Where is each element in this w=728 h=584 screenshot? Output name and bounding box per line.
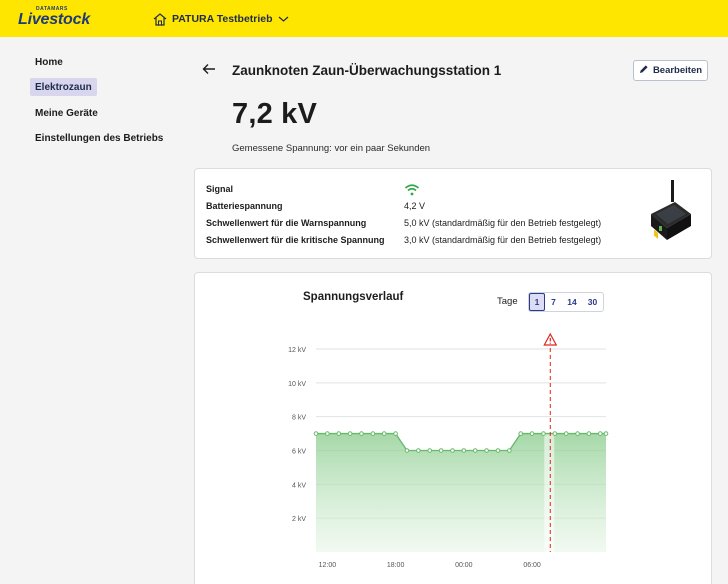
- signal-row: Signal: [206, 183, 420, 195]
- device-image: [645, 180, 693, 242]
- range-button-7[interactable]: 7: [545, 293, 562, 311]
- datamars-livestock-logo[interactable]: DATAMARS Livestock: [18, 6, 130, 32]
- voltage-chart-card: [194, 272, 712, 584]
- top-bar: DATAMARS Livestock PATURA Testbetrieb: [0, 0, 728, 37]
- wifi-signal-icon: [404, 183, 420, 195]
- sidebar-item-elektrozaun[interactable]: Elektrozaun: [30, 78, 97, 96]
- battery-value: 4,2 V: [404, 201, 426, 211]
- range-selector: 1 7 14 30: [528, 292, 604, 312]
- critical-threshold-row: Schwellenwert für die kritische Spannung…: [206, 234, 601, 246]
- sidebar: Home Elektrozaun Meine Geräte Einstellun…: [0, 37, 172, 584]
- warn-threshold-row: Schwellenwert für die Warnspannung 5,0 k…: [206, 217, 601, 229]
- battery-label: Batteriespannung: [206, 201, 283, 211]
- sidebar-item-einstellungen[interactable]: Einstellungen des Betriebs: [30, 129, 168, 147]
- pencil-icon: [639, 64, 649, 77]
- warn-threshold-value: 5,0 kV (standardmäßig für den Betrieb fe…: [404, 218, 602, 228]
- edit-button[interactable]: Bearbeiten: [633, 60, 708, 81]
- sidebar-item-meine-geraete[interactable]: Meine Geräte: [30, 104, 103, 122]
- critical-threshold-label: Schwellenwert für die kritische Spannung: [206, 235, 385, 245]
- warn-threshold-label: Schwellenwert für die Warnspannung: [206, 218, 367, 228]
- battery-row: Batteriespannung 4,2 V: [206, 200, 425, 212]
- range-button-14[interactable]: 14: [562, 293, 582, 311]
- back-arrow-icon[interactable]: [202, 62, 216, 76]
- days-label: Tage: [497, 296, 518, 307]
- farm-house-icon: [153, 12, 167, 26]
- range-button-30[interactable]: 30: [582, 293, 603, 311]
- chart-title: Spannungsverlauf: [303, 291, 404, 303]
- device-info-card: Signal Batteriespannung 4,2 V Schwellenw…: [194, 168, 712, 259]
- measured-timestamp: Gemessene Spannung: vor ein paar Sekunde…: [232, 143, 431, 154]
- critical-threshold-value: 3,0 kV (standardmäßig für den Betrieb fe…: [404, 235, 602, 245]
- chevron-down-icon: [278, 15, 289, 23]
- page-title: Zaunknoten Zaun-Überwachungsstation 1: [232, 63, 502, 78]
- edit-button-label: Bearbeiten: [652, 65, 703, 76]
- sidebar-item-home[interactable]: Home: [30, 53, 68, 71]
- logo-brand-big: Livestock: [18, 11, 91, 28]
- signal-label: Signal: [206, 184, 234, 194]
- range-button-1[interactable]: 1: [529, 293, 545, 311]
- farm-selector[interactable]: PATURA Testbetrieb: [153, 11, 289, 27]
- farm-name: PATURA Testbetrieb: [172, 13, 273, 25]
- voltage-value: 7,2 kV: [232, 98, 318, 130]
